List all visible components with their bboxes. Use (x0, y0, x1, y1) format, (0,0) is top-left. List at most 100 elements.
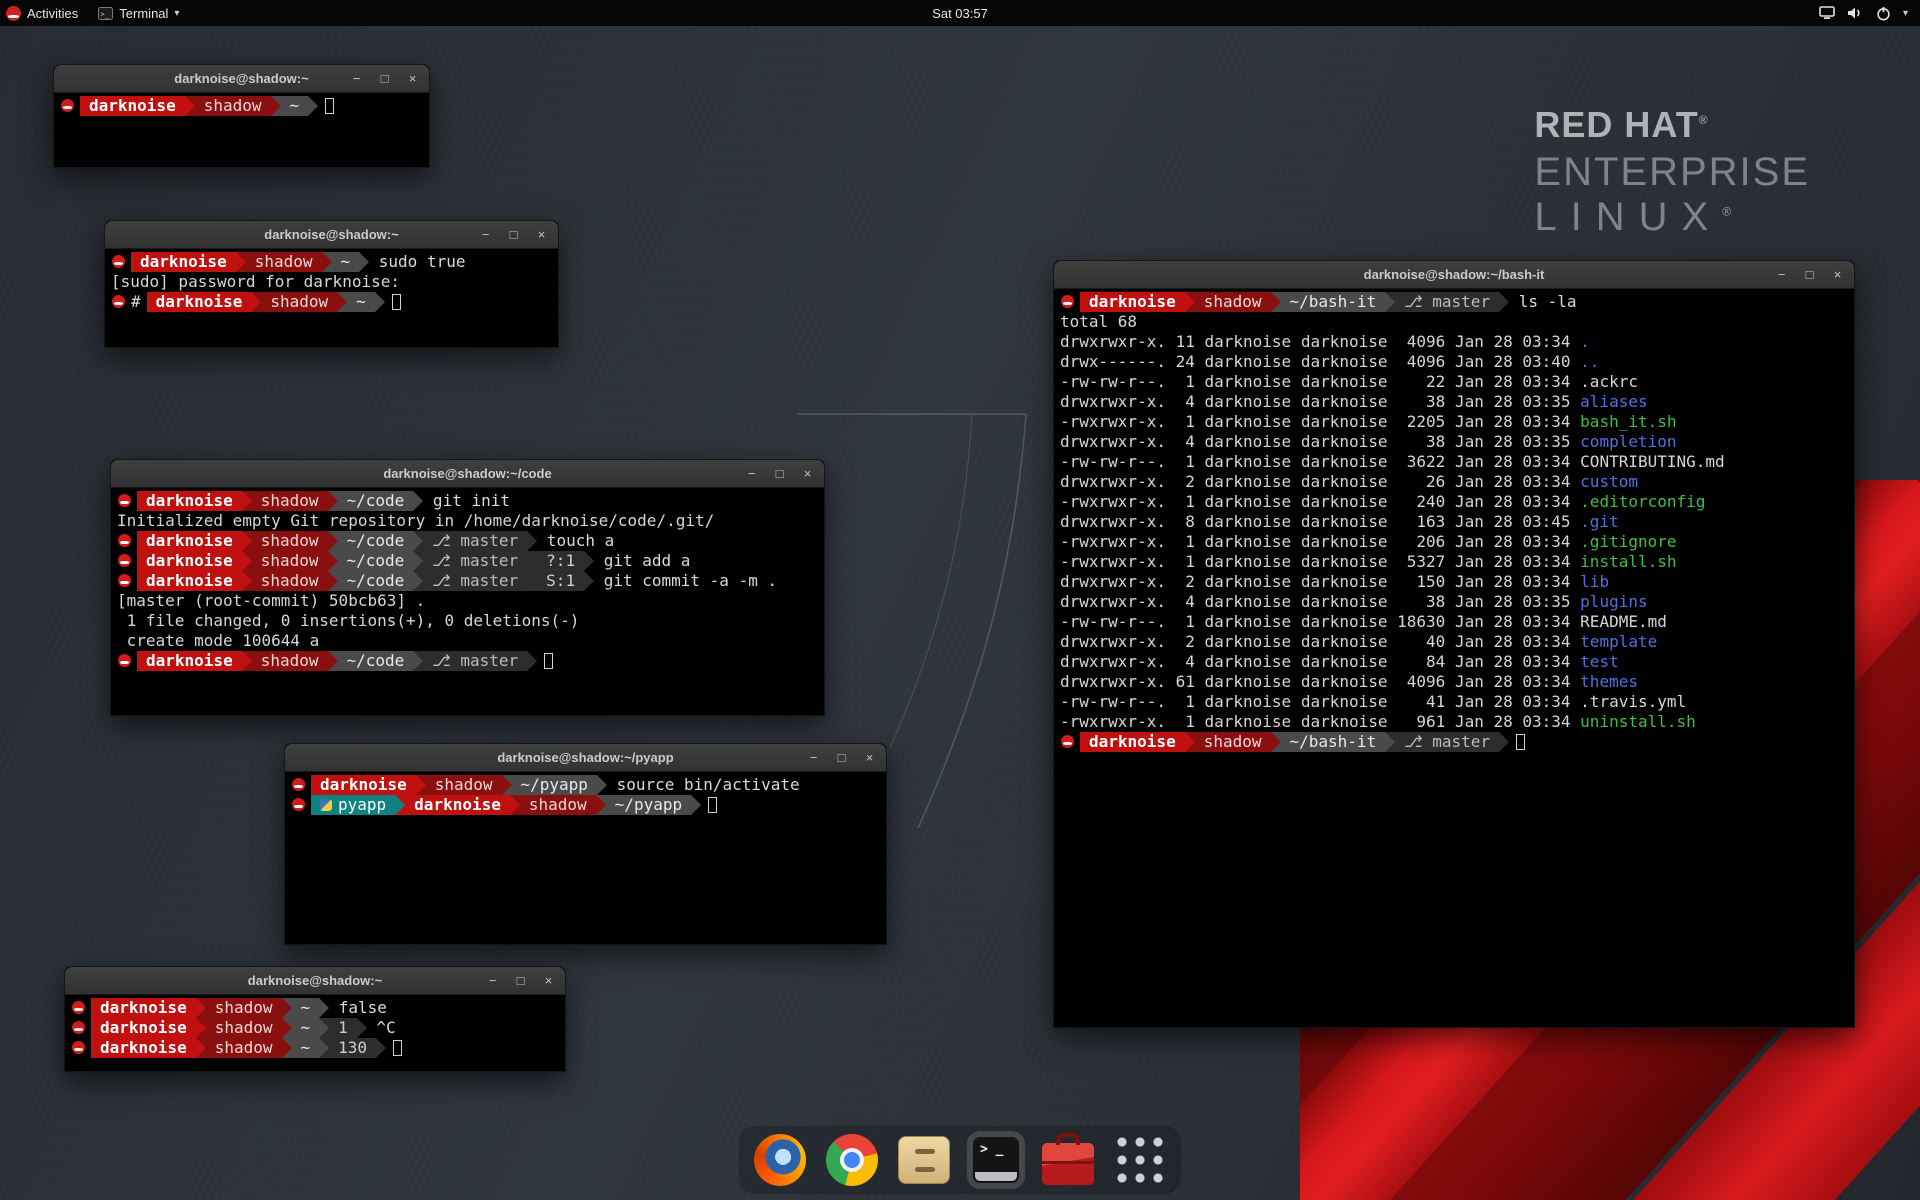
minimize-button[interactable]: − (350, 71, 363, 86)
powerline-separator-icon (282, 998, 292, 1018)
system-status-area[interactable]: ▾ (1819, 6, 1920, 21)
prompt-segment-path: ~ (292, 1038, 320, 1058)
window-titlebar[interactable]: darknoise@shadow:~ − □ × (65, 967, 565, 995)
window-titlebar[interactable]: darknoise@shadow:~/pyapp − □ × (285, 744, 886, 772)
terminal-content[interactable]: darknoiseshadow~ (54, 93, 429, 167)
clock[interactable]: Sat 03:57 (932, 6, 988, 21)
powerline-separator-icon (502, 775, 512, 795)
maximize-button[interactable]: □ (378, 71, 391, 86)
top-bar: Activities >_ Terminal ▾ Sat 03:57 ▾ (0, 0, 1920, 26)
window-title: darknoise@shadow:~ (174, 71, 308, 86)
powerline-separator-icon (527, 571, 537, 591)
brand-line-enterprise: ENTERPRISE (1534, 150, 1810, 195)
powerline-separator-icon (413, 551, 423, 571)
terminal-content[interactable]: darknoiseshadow~/pyapp source bin/activa… (285, 772, 886, 944)
output-text: [master (root-commit) 50bcb63] . (117, 591, 425, 610)
terminal-content[interactable]: darknoiseshadow~ falsedarknoiseshadow~1 … (65, 995, 565, 1071)
close-button[interactable]: × (542, 973, 555, 988)
terminal-mini-icon: >_ (98, 7, 113, 20)
prompt-segment-path: ~/bash-it (1281, 732, 1386, 752)
powerline-separator-icon (196, 1018, 206, 1038)
app-menu-terminal[interactable]: >_ Terminal ▾ (88, 0, 189, 26)
window-titlebar[interactable]: darknoise@shadow:~ − □ × (54, 65, 429, 93)
terminal-icon[interactable] (967, 1131, 1025, 1189)
prompt-segment-git: ⎇ master (423, 651, 527, 671)
prompt-segment-stat: ?:1 (537, 551, 584, 571)
chrome-icon[interactable] (823, 1131, 881, 1189)
close-button[interactable]: × (801, 466, 814, 481)
terminal-line: drwxrwxr-x. 2 darknoise darknoise 150 Ja… (1060, 572, 1848, 592)
svg-text:>_: >_ (101, 10, 110, 18)
maximize-button[interactable]: □ (835, 750, 848, 765)
maximize-button[interactable]: □ (1803, 267, 1816, 282)
ls-entry-text: drwx------. 24 darknoise darknoise 4096 … (1060, 352, 1580, 371)
ls-filename: plugins (1580, 592, 1647, 611)
show-applications-icon[interactable] (1111, 1131, 1169, 1189)
ls-filename: CONTRIBUTING.md (1580, 452, 1725, 471)
powerline-separator-icon (527, 651, 537, 671)
prompt-segment-host: shadow (246, 252, 322, 272)
terminal-line: drwxrwxr-x. 4 darknoise darknoise 84 Jan… (1060, 652, 1848, 672)
terminal-line: darknoiseshadow~/code⎇ master (117, 651, 818, 671)
toolbox-icon[interactable] (1039, 1131, 1097, 1189)
minimize-button[interactable]: − (1775, 267, 1788, 282)
terminal-line: darknoiseshadow~130 (71, 1038, 559, 1058)
window-title: darknoise@shadow:~/pyapp (497, 750, 673, 765)
terminal-line: -rwxrwxr-x. 1 darknoise darknoise 2205 J… (1060, 412, 1848, 432)
activities-button[interactable]: Activities (0, 0, 88, 26)
close-button[interactable]: × (406, 71, 419, 86)
ls-entry-text: -rw-rw-r--. 1 darknoise darknoise 41 Jan… (1060, 692, 1580, 711)
redhat-prompt-icon (72, 1001, 85, 1014)
powerline-separator-icon (413, 651, 423, 671)
powerline-separator-icon (1385, 732, 1395, 752)
minimize-button[interactable]: − (486, 973, 499, 988)
close-button[interactable]: × (863, 750, 876, 765)
files-icon[interactable] (895, 1131, 953, 1189)
window-title: darknoise@shadow:~/bash-it (1364, 267, 1545, 282)
terminal-line: -rwxrwxr-x. 1 darknoise darknoise 961 Ja… (1060, 712, 1848, 732)
powerline-separator-icon (337, 292, 347, 312)
terminal-line: darknoiseshadow~ sudo true (111, 252, 552, 272)
power-icon (1876, 6, 1891, 21)
window-titlebar[interactable]: darknoise@shadow:~/code − □ × (111, 460, 824, 488)
command-text: ls -la (1509, 292, 1576, 312)
prompt-segment-user: darknoise (147, 292, 252, 312)
terminal-content[interactable]: darknoiseshadow~ sudo true[sudo] passwor… (105, 249, 558, 347)
ls-entry-text: drwxrwxr-x. 2 darknoise darknoise 150 Ja… (1060, 572, 1580, 591)
terminal-content[interactable]: darknoiseshadow~/code git initInitialize… (111, 488, 824, 715)
powerline-separator-icon (308, 96, 318, 116)
minimize-button[interactable]: − (745, 466, 758, 481)
terminal-content[interactable]: darknoiseshadow~/bash-it⎇ master ls -lat… (1054, 289, 1854, 1027)
firefox-icon[interactable] (751, 1131, 809, 1189)
ls-filename: themes (1580, 672, 1638, 691)
powerline-separator-icon (319, 1018, 329, 1038)
terminal-cursor (325, 98, 334, 114)
redhat-prompt-icon (118, 554, 131, 567)
terminal-line: [sudo] password for darknoise: (111, 272, 552, 292)
maximize-button[interactable]: □ (514, 973, 527, 988)
maximize-button[interactable]: □ (773, 466, 786, 481)
prompt-segment-venv: pyapp (311, 795, 395, 815)
prompt-segment-user: darknoise (91, 1038, 196, 1058)
prompt-segment-user: darknoise (91, 998, 196, 1018)
powerline-separator-icon (196, 1038, 206, 1058)
close-button[interactable]: × (535, 227, 548, 242)
powerline-separator-icon (527, 551, 537, 571)
prompt-segment-git: ⎇ master (1395, 292, 1499, 312)
maximize-button[interactable]: □ (507, 227, 520, 242)
redhat-prompt-icon (118, 494, 131, 507)
desktop[interactable]: { "topbar": { "activities_label": "Activ… (0, 0, 1920, 1200)
terminal-line: drwxrwxr-x. 4 darknoise darknoise 38 Jan… (1060, 592, 1848, 612)
minimize-button[interactable]: − (807, 750, 820, 765)
window-titlebar[interactable]: darknoise@shadow:~ − □ × (105, 221, 558, 249)
minimize-button[interactable]: − (479, 227, 492, 242)
powerline-separator-icon (416, 775, 426, 795)
powerline-separator-icon (242, 531, 252, 551)
ls-filename: README.md (1580, 612, 1667, 631)
close-button[interactable]: × (1831, 267, 1844, 282)
output-text: total 68 (1060, 312, 1137, 331)
redhat-prompt-icon (112, 255, 125, 268)
window-titlebar[interactable]: darknoise@shadow:~/bash-it − □ × (1054, 261, 1854, 289)
window-title: darknoise@shadow:~ (248, 973, 382, 988)
ls-filename: aliases (1580, 392, 1647, 411)
